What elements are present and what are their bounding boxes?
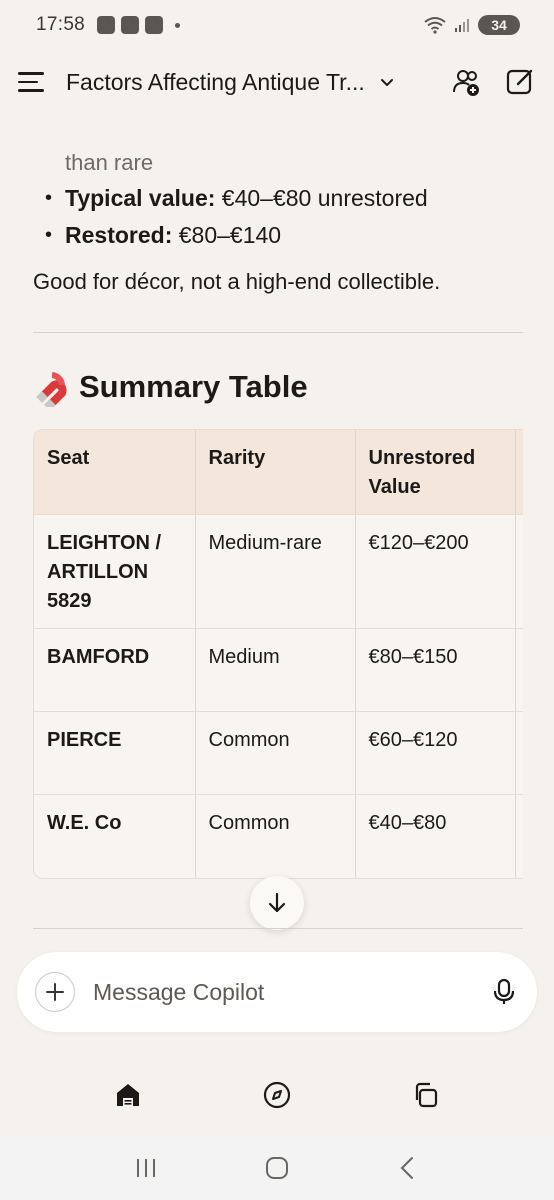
table-cell-value: €120–€200 — [355, 514, 516, 629]
table-row: W.E. Co Common €40–€80 — [34, 794, 523, 878]
home-button-icon[interactable] — [264, 1155, 290, 1181]
scroll-down-button[interactable] — [250, 876, 304, 930]
section-title: Summary Table — [79, 369, 308, 404]
list-item: Restored: €80–€140 — [33, 217, 523, 254]
table-cell-value: €40–€80 — [355, 794, 516, 878]
bullet-text: €80–€140 — [172, 222, 282, 248]
column-header: Rarity — [195, 430, 356, 515]
conversation-title-button[interactable]: Factors Affecting Antique Tr... — [66, 69, 436, 96]
back-icon[interactable] — [395, 1155, 421, 1181]
table-cell-rarity: Medium-rare — [195, 514, 356, 629]
table-cell — [515, 514, 523, 629]
table-cell-rarity: Medium — [195, 628, 356, 712]
discover-icon[interactable] — [262, 1080, 292, 1110]
plus-icon — [46, 983, 64, 1001]
status-time: 17:58 — [36, 14, 86, 35]
divider — [33, 332, 523, 333]
section-heading: Summary Table — [33, 367, 523, 407]
table-row: LEIGHTON / ARTILLON 5829 Medium-rare €12… — [34, 514, 523, 629]
pages-icon[interactable] — [411, 1080, 441, 1110]
partial-text: than rare — [65, 150, 154, 175]
table-cell-seat: LEIGHTON / ARTILLON 5829 — [34, 514, 196, 629]
column-header: Seat — [34, 430, 196, 515]
battery-indicator: 34 — [478, 15, 520, 35]
notification-icons — [97, 16, 181, 34]
table-cell-value: €80–€150 — [355, 628, 516, 712]
home-icon[interactable] — [113, 1080, 143, 1110]
bullet-label: Restored: — [65, 222, 173, 248]
column-header: Unrestored Value — [355, 430, 516, 515]
table-cell-seat: BAMFORD — [34, 628, 196, 712]
table-cell — [515, 711, 523, 795]
table-row: BAMFORD Medium €80–€150 — [34, 628, 523, 712]
recent-apps-icon[interactable] — [133, 1155, 159, 1181]
app-notification-icon — [145, 16, 164, 34]
table-cell-rarity: Common — [195, 711, 356, 795]
table-cell — [515, 628, 523, 712]
chevron-down-icon — [380, 79, 393, 86]
table-cell — [515, 795, 523, 878]
bottom-nav — [0, 1060, 554, 1130]
bullet-text: €40–€80 unrestored — [215, 185, 428, 211]
summary-table[interactable]: Seat Rarity Unrestored Value LEIGHTON / … — [33, 429, 523, 879]
signal-icon — [455, 19, 469, 32]
add-attachment-button[interactable] — [35, 972, 75, 1012]
bullet-list: Typical value: €40–€80 unrestored Restor… — [33, 180, 523, 254]
chat-header: Factors Affecting Antique Tr... — [0, 52, 554, 112]
magnet-icon — [36, 372, 67, 407]
system-navigation-bar — [0, 1136, 554, 1200]
divider — [33, 928, 523, 929]
menu-icon[interactable] — [18, 67, 48, 97]
status-bar: 17:58 34 — [0, 0, 554, 50]
wifi-icon — [424, 17, 446, 34]
bullet-label: Typical value: — [65, 185, 216, 211]
message-content: than rare Typical value: €40–€80 unresto… — [33, 150, 523, 879]
compose-icon[interactable] — [504, 66, 536, 98]
paragraph: Good for décor, not a high-end collectib… — [33, 269, 441, 294]
table-cell-seat: PIERCE — [34, 711, 196, 795]
list-item: Typical value: €40–€80 unrestored — [33, 180, 523, 217]
table-cell-value: €60–€120 — [355, 711, 516, 795]
more-notifications-icon — [175, 22, 181, 28]
table-cell-rarity: Common — [195, 794, 356, 878]
message-input[interactable]: Message Copilot — [93, 979, 264, 1006]
app-notification-icon — [121, 16, 140, 34]
conversation-title: Factors Affecting Antique Tr... — [66, 68, 365, 95]
microphone-icon[interactable] — [489, 977, 519, 1007]
message-composer[interactable]: Message Copilot — [17, 952, 537, 1032]
table-cell-seat: W.E. Co — [34, 794, 196, 878]
table-row: PIERCE Common €60–€120 — [34, 711, 523, 795]
table-header-row: Seat Rarity Unrestored Value — [34, 430, 523, 515]
snapchat-icon — [97, 16, 116, 34]
arrow-down-icon — [268, 892, 286, 913]
column-header — [515, 430, 523, 515]
add-people-icon[interactable] — [450, 66, 482, 98]
